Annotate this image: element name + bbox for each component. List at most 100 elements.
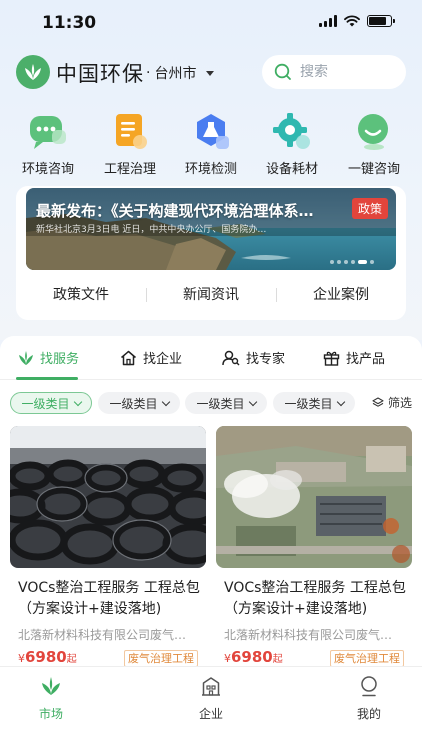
city-label: 台州市: [154, 66, 197, 82]
card-company: 北落新材料科技有限公司废气…: [224, 628, 393, 642]
leaf-icon: [19, 350, 33, 365]
price-value: 6980: [231, 648, 273, 666]
service-card[interactable]: VOCs整治工程服务 工程总包（方案设计+建设落地) 北落新材料科技有限公司废气…: [10, 426, 206, 676]
nav-enterprise[interactable]: 企业: [181, 675, 241, 722]
factory-aerial-image: [216, 426, 412, 568]
tab-find-company[interactable]: 找企业: [120, 348, 182, 367]
price-value: 6980: [25, 648, 67, 666]
quick-item-equipment[interactable]: 设备耗材: [252, 112, 332, 177]
tires-image: [10, 426, 206, 568]
card-category-tag: 废气治理工程: [330, 650, 404, 667]
filter-button[interactable]: 筛选: [372, 394, 412, 411]
header: 中国环保 · 台州市: [0, 52, 422, 92]
price-unit: 起: [66, 654, 77, 665]
service-card[interactable]: VOCs整治工程服务 工程总包（方案设计+建设落地) 北落新材料科技有限公司废气…: [216, 426, 412, 676]
nav-label: 企业: [198, 707, 223, 721]
chevron-down-icon: [73, 397, 82, 406]
tab-label: 找企业: [143, 352, 183, 367]
price-unit: 起: [272, 654, 283, 665]
chevron-down-icon: [336, 397, 345, 406]
layers-icon: [372, 396, 384, 407]
tab-find-product[interactable]: 找产品: [323, 348, 385, 367]
chevron-down-icon: [161, 397, 170, 406]
quick-label: 环境咨询: [21, 162, 74, 177]
nav-label: 市场: [38, 707, 63, 721]
filter-bar: 一级类目 一级类目 一级类目 一级类目 筛选: [0, 392, 422, 416]
search-icon: [274, 63, 291, 80]
card-price: ¥6980起: [18, 648, 77, 666]
building-icon: [202, 677, 220, 696]
quick-item-one-click[interactable]: 一键咨询: [334, 112, 414, 177]
city-selector[interactable]: · 台州市: [146, 63, 215, 83]
filter-label: 一级类目: [284, 396, 333, 411]
chat-bubble-icon: [28, 112, 68, 152]
app-logo-icon: [16, 55, 50, 89]
banner-title: 最新发布：《关于构建现代环境治理体系…: [36, 202, 314, 220]
wifi-icon: [344, 15, 360, 27]
price-symbol: ¥: [224, 652, 231, 665]
card-title: VOCs整治工程服务 工程总包（方案设计+建设落地): [18, 580, 200, 617]
filter-category-3[interactable]: 一级类目: [185, 392, 267, 414]
bottom-nav: 市场 企业 我的: [0, 666, 422, 750]
active-tab-indicator: [16, 377, 78, 380]
quick-actions: 环境咨询 工程治理 环境检测 设备耗材 一键咨询: [0, 112, 422, 177]
status-bar: 11:30: [0, 0, 422, 46]
chevron-down-icon: [248, 397, 257, 406]
quick-label: 工程治理: [103, 162, 156, 177]
quick-label: 设备耗材: [265, 162, 318, 177]
market-panel: 找服务 找企业 找专家 找产品 一级类目 一级类目 一级类目 一级类目 筛选 V…: [0, 336, 422, 676]
caret-down-icon: [206, 70, 215, 76]
tab-news[interactable]: 新闻资讯: [146, 282, 276, 308]
main-tabs: 找服务 找企业 找专家 找产品: [0, 336, 422, 380]
quick-label: 环境检测: [184, 162, 237, 177]
quick-item-engineering[interactable]: 工程治理: [90, 112, 170, 177]
battery-icon: [367, 15, 395, 27]
nav-label: 我的: [356, 707, 381, 721]
quick-label: 一键咨询: [347, 162, 400, 177]
banner-tag: 政策: [351, 198, 388, 219]
search-input[interactable]: [300, 64, 390, 80]
news-card: 最新发布：《关于构建现代环境治理体系… 新华社北京3月3日电 近日，中共中央办公…: [16, 186, 406, 320]
card-company: 北落新材料科技有限公司废气…: [18, 628, 187, 642]
carousel-indicator: [330, 260, 374, 264]
filter-category-1[interactable]: 一级类目: [10, 392, 92, 414]
filter-button-label: 筛选: [387, 396, 412, 410]
tab-label: 找专家: [246, 352, 286, 367]
app-title: 中国环保: [56, 62, 144, 86]
home-icon: [121, 350, 136, 365]
tab-find-expert[interactable]: 找专家: [222, 348, 285, 367]
filter-category-4[interactable]: 一级类目: [273, 392, 355, 414]
separator-dot: ·: [146, 65, 151, 81]
user-search-icon: [222, 350, 240, 365]
tab-cases[interactable]: 企业案例: [276, 282, 406, 308]
tab-policy[interactable]: 政策文件: [16, 282, 146, 308]
quick-item-testing[interactable]: 环境检测: [171, 112, 251, 177]
tab-label: 找产品: [346, 352, 386, 367]
search-box[interactable]: [262, 55, 406, 89]
filter-category-2[interactable]: 一级类目: [98, 392, 180, 414]
price-symbol: ¥: [18, 652, 25, 665]
tab-label: 找服务: [40, 352, 80, 367]
leaf-icon: [42, 677, 60, 695]
news-tabs: 政策文件 新闻资讯 企业案例: [16, 282, 406, 308]
status-icons: [319, 15, 395, 27]
banner-subtitle: 新华社北京3月3日电 近日，中共中央办公厅、国务院办…: [36, 225, 267, 235]
gear-icon: [272, 112, 312, 152]
profile-icon: [361, 676, 377, 697]
card-title: VOCs整治工程服务 工程总包（方案设计+建设落地): [224, 580, 406, 617]
gift-icon: [323, 351, 340, 366]
nav-profile[interactable]: 我的: [339, 675, 399, 722]
card-category-tag: 废气治理工程: [124, 650, 198, 667]
status-time: 11:30: [42, 13, 97, 33]
tab-find-service[interactable]: 找服务: [18, 348, 79, 367]
card-price: ¥6980起: [224, 648, 283, 666]
filter-label: 一级类目: [196, 396, 245, 411]
nav-market[interactable]: 市场: [21, 675, 81, 722]
quick-item-consult[interactable]: 环境咨询: [8, 112, 88, 177]
filter-label: 一级类目: [109, 396, 158, 411]
signal-icon: [319, 15, 337, 27]
filter-label: 一级类目: [21, 396, 70, 411]
news-banner[interactable]: 最新发布：《关于构建现代环境治理体系… 新华社北京3月3日电 近日，中共中央办公…: [26, 188, 396, 270]
flask-icon: [191, 112, 231, 152]
smile-chat-icon: [354, 112, 394, 152]
